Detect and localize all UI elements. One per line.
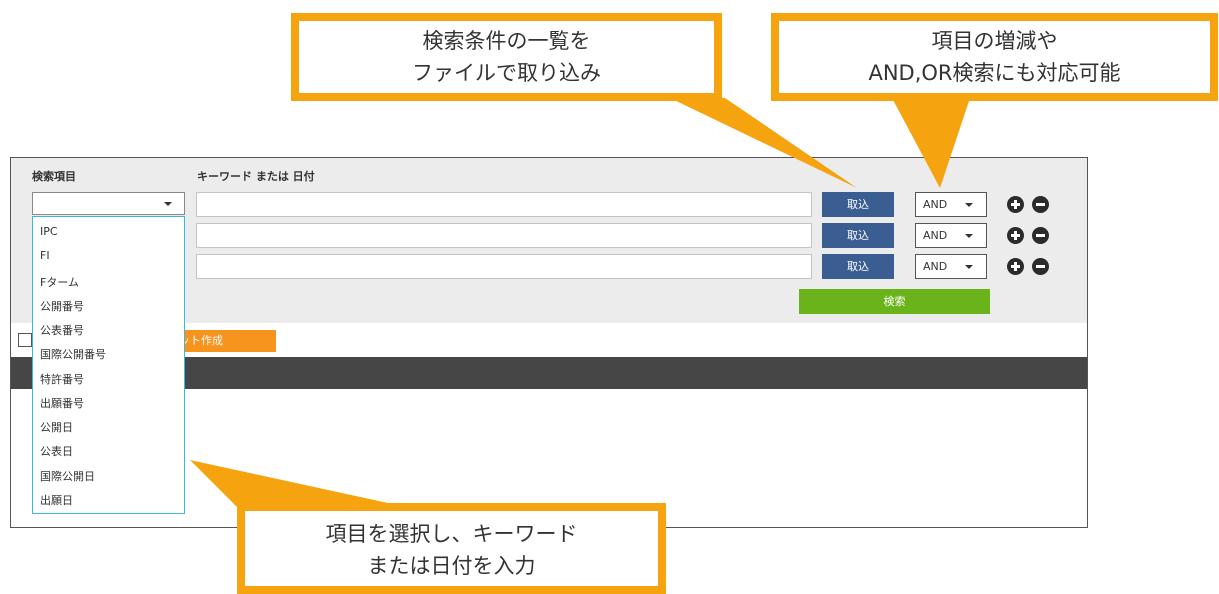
chevron-down-icon: [965, 234, 973, 238]
import-button[interactable]: 取込: [822, 223, 894, 248]
remove-row-button[interactable]: [1032, 196, 1049, 213]
chevron-down-icon: [164, 202, 172, 206]
callout-text: 項目を選択し、キーワード: [325, 522, 578, 546]
search-field-dropdown: IPC FI Fターム 公開番号 公表番号 国際公開番号 特許番号 出願番号 公…: [32, 216, 185, 514]
operator-value: AND: [923, 260, 948, 273]
dropdown-option[interactable]: 出願日: [40, 492, 73, 508]
remove-row-button[interactable]: [1032, 227, 1049, 244]
search-field-select[interactable]: [32, 192, 185, 215]
dropdown-option[interactable]: 出願番号: [40, 395, 84, 411]
minus-icon: [1036, 234, 1045, 237]
search-application: 検索項目 キーワード または 日付 取込 AND 取込 AND 取込 AND 検…: [10, 157, 1088, 528]
import-button[interactable]: 取込: [822, 192, 894, 217]
dropdown-option[interactable]: 公表日: [40, 443, 73, 459]
search-button[interactable]: 検索: [799, 289, 990, 314]
add-row-button[interactable]: [1007, 258, 1024, 275]
add-row-button[interactable]: [1007, 196, 1024, 213]
field-column-header: 検索項目: [32, 170, 76, 183]
dropdown-option[interactable]: 国際公開日: [40, 468, 95, 484]
callout-file-import: 検索条件の一覧を ファイルで取り込み: [291, 13, 722, 101]
dropdown-option[interactable]: Fターム: [40, 274, 79, 290]
chevron-down-icon: [965, 265, 973, 269]
import-button[interactable]: 取込: [822, 254, 894, 279]
callout-select-field: 項目を選択し、キーワード または日付を入力: [237, 503, 666, 594]
chevron-down-icon: [965, 203, 973, 207]
dropdown-option[interactable]: FI: [40, 249, 50, 262]
callout-operators: 項目の増減や AND,OR検索にも対応可能: [771, 13, 1218, 101]
dropdown-option[interactable]: IPC: [40, 225, 58, 238]
operator-select[interactable]: AND: [915, 254, 987, 279]
create-set-button[interactable]: ット作成: [174, 330, 276, 352]
keyword-input[interactable]: [196, 192, 812, 217]
keyword-input[interactable]: [196, 254, 812, 279]
operator-value: AND: [923, 198, 948, 211]
callout-text: または日付を入力: [367, 554, 536, 578]
keyword-input[interactable]: [196, 223, 812, 248]
dropdown-option[interactable]: 特許番号: [40, 371, 84, 387]
callout-text: 検索条件の一覧を: [422, 29, 591, 53]
keyword-column-header: キーワード または 日付: [197, 170, 315, 183]
operator-select[interactable]: AND: [915, 223, 987, 248]
dropdown-option[interactable]: 公開番号: [40, 298, 84, 314]
dropdown-option[interactable]: 公開日: [40, 419, 73, 435]
remove-row-button[interactable]: [1032, 258, 1049, 275]
callout-text: AND,OR検索にも対応可能: [868, 61, 1121, 85]
callout-text: ファイルで取り込み: [412, 61, 601, 85]
dropdown-option[interactable]: 公表番号: [40, 322, 84, 338]
minus-icon: [1036, 265, 1045, 268]
callout-text: 項目の増減や: [931, 29, 1058, 53]
operator-value: AND: [923, 229, 948, 242]
dropdown-option[interactable]: 国際公開番号: [40, 346, 106, 362]
minus-icon: [1036, 203, 1045, 206]
operator-select[interactable]: AND: [915, 192, 987, 217]
add-row-button[interactable]: [1007, 227, 1024, 244]
select-all-checkbox[interactable]: [18, 333, 32, 347]
